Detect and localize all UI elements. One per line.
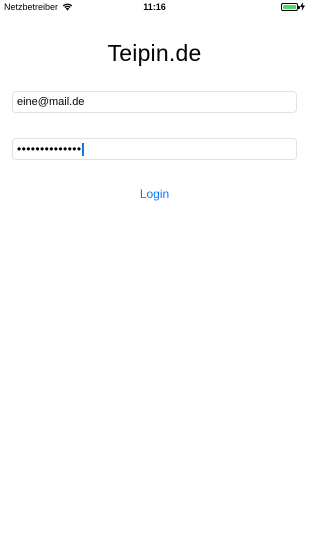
status-time: 11:16 <box>143 2 166 12</box>
password-value: •••••••••••••• <box>17 142 82 156</box>
email-value: eine@mail.de <box>17 96 85 108</box>
app-title: Teipin.de <box>107 40 202 66</box>
battery-icon <box>281 2 300 11</box>
status-bar: Netzbetreiber 11:16 <box>0 0 309 14</box>
password-field[interactable]: •••••••••••••• <box>12 138 297 160</box>
login-button[interactable]: Login <box>0 187 309 201</box>
battery-level <box>283 4 296 9</box>
email-field[interactable]: eine@mail.de <box>12 91 297 113</box>
battery-group <box>281 2 305 11</box>
text-caret <box>82 143 84 157</box>
charging-bolt-icon <box>300 2 305 11</box>
